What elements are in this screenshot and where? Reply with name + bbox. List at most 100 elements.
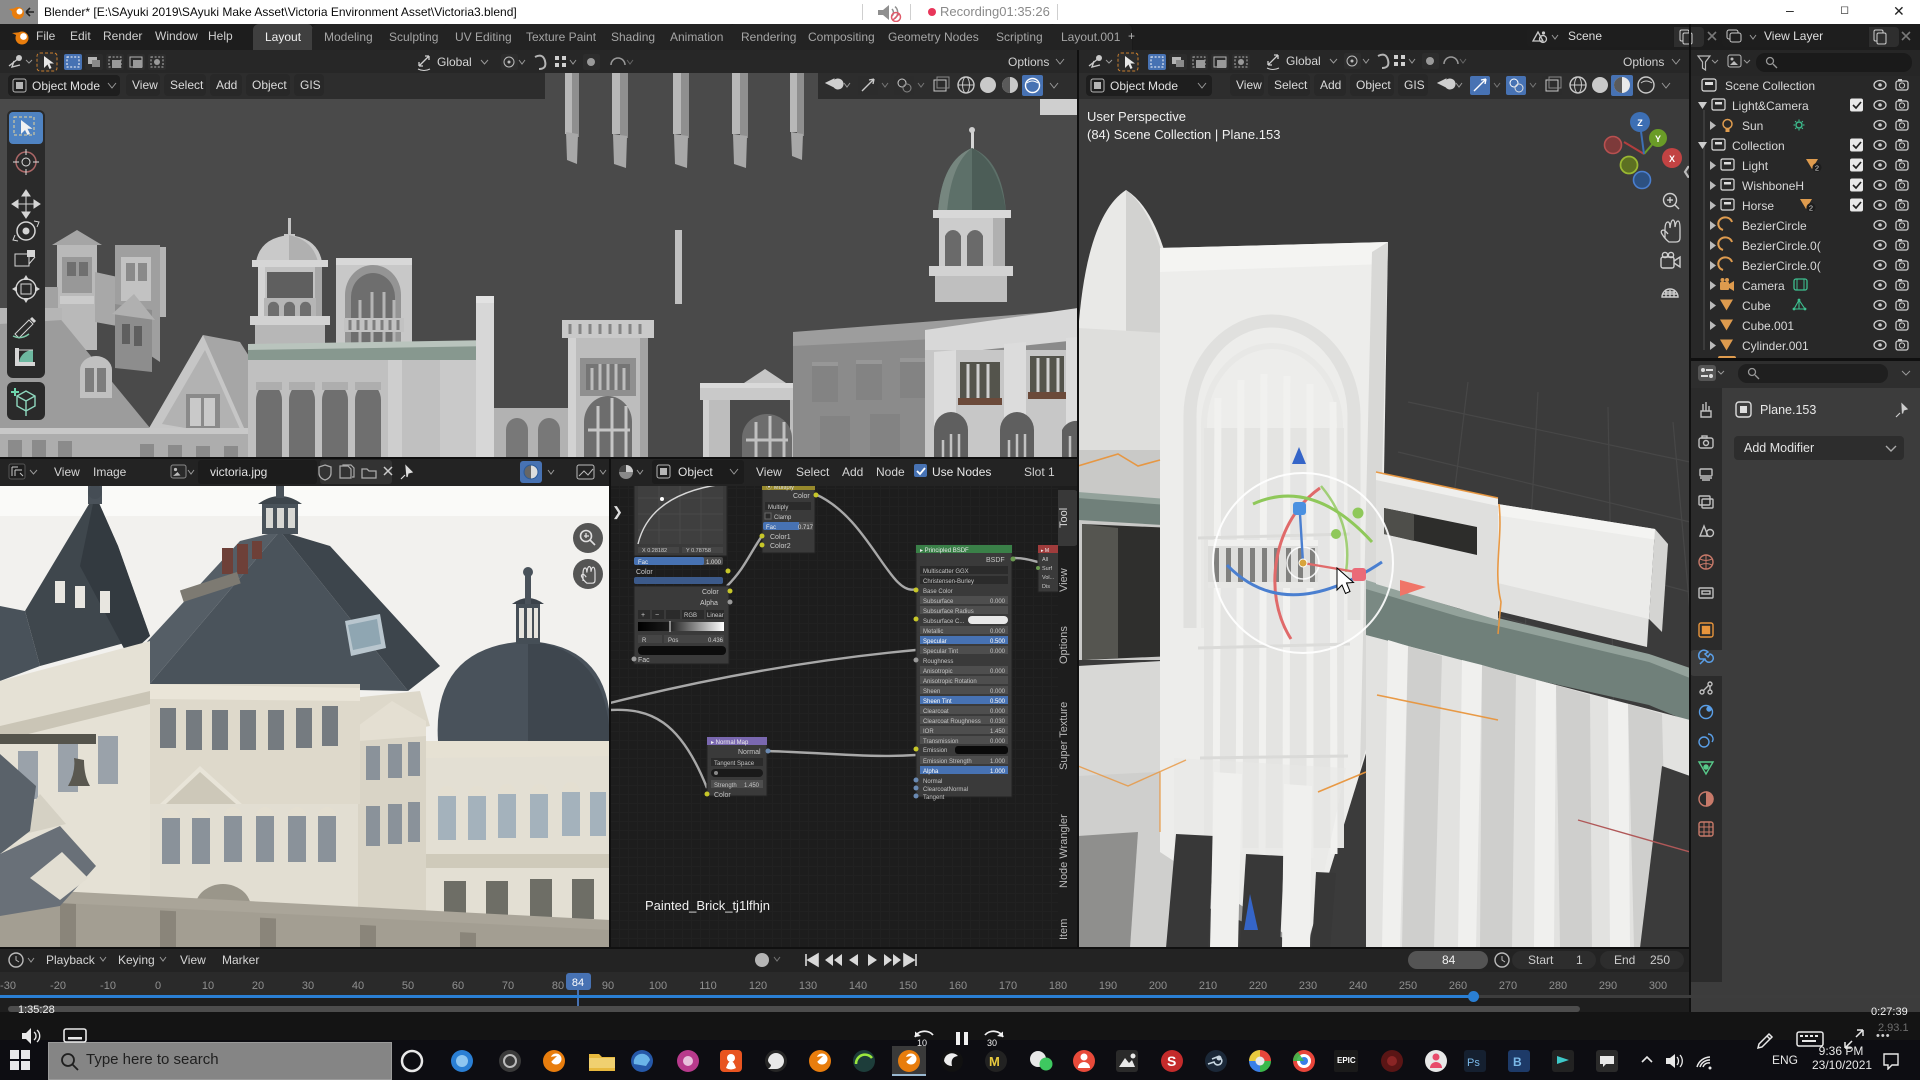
svg-text:0.500: 0.500 (990, 639, 1006, 645)
svg-text:Subsurface Radius: Subsurface Radius (923, 609, 974, 615)
svg-text:All: All (1042, 557, 1048, 563)
svg-text:Marker: Marker (222, 953, 259, 967)
svg-text:Anisotropic: Anisotropic (923, 669, 953, 675)
svg-text:Color2: Color2 (770, 543, 791, 550)
svg-text:S: S (1167, 1053, 1176, 1069)
svg-text:BSDF: BSDF (986, 557, 1005, 564)
svg-text:Ps: Ps (1467, 1057, 1480, 1069)
svg-text:70: 70 (502, 980, 514, 992)
svg-text:EPIC: EPIC (1337, 1056, 1356, 1065)
svg-text:84: 84 (572, 977, 584, 989)
svg-text:280: 280 (1549, 980, 1567, 992)
svg-text:Horse: Horse (1742, 199, 1774, 213)
svg-text:Object Mode: Object Mode (32, 79, 100, 93)
svg-text:250: 250 (1399, 980, 1417, 992)
svg-text:Painted_Brick_tj1lfhjn: Painted_Brick_tj1lfhjn (645, 898, 770, 913)
svg-text:Fac: Fac (638, 657, 650, 664)
svg-text:0.717: 0.717 (798, 525, 814, 531)
svg-text:210: 210 (1199, 980, 1217, 992)
svg-text:1: 1 (1576, 953, 1583, 967)
svg-text:Vol...: Vol... (1042, 575, 1055, 581)
svg-text:Strength: Strength (714, 783, 737, 789)
svg-text:Dis: Dis (1042, 584, 1050, 590)
svg-text:Roughness: Roughness (923, 659, 953, 665)
svg-text:RGB: RGB (684, 613, 697, 619)
svg-text:Keying: Keying (118, 953, 155, 967)
svg-text:▸ M: ▸ M (1041, 548, 1049, 554)
svg-text:Light&Camera: Light&Camera (1732, 99, 1809, 113)
svg-text:ClearcoatNormal: ClearcoatNormal (923, 787, 968, 793)
svg-text:Start: Start (1528, 953, 1554, 967)
svg-text:Cylinder.001: Cylinder.001 (1742, 339, 1809, 353)
svg-text:Global: Global (437, 55, 472, 69)
svg-text:−: − (655, 612, 659, 619)
svg-text:160: 160 (949, 980, 967, 992)
svg-text:220: 220 (1249, 980, 1267, 992)
svg-text:0.500: 0.500 (990, 699, 1006, 705)
svg-text:-20: -20 (50, 980, 66, 992)
svg-text:Pos: Pos (668, 638, 678, 644)
svg-text:Alpha: Alpha (923, 769, 939, 775)
svg-text:Fac: Fac (638, 560, 648, 566)
svg-text:80: 80 (552, 980, 564, 992)
svg-text:Specular Tint: Specular Tint (923, 649, 958, 655)
svg-text:Z: Z (1637, 118, 1643, 128)
svg-text:Alpha: Alpha (700, 600, 718, 607)
svg-text:B: B (1513, 1055, 1522, 1069)
svg-text:120: 120 (749, 980, 767, 992)
svg-text:Emission: Emission (923, 748, 947, 754)
svg-text:30: 30 (302, 980, 314, 992)
svg-text:Sheen Tint: Sheen Tint (923, 699, 952, 705)
svg-text:▸ Normal Map: ▸ Normal Map (711, 740, 749, 746)
svg-text:-30: -30 (0, 980, 16, 992)
svg-text:R: R (642, 638, 647, 644)
svg-text:90: 90 (602, 980, 614, 992)
svg-text:Surf: Surf (1042, 566, 1053, 572)
svg-text:10: 10 (202, 980, 214, 992)
svg-text:Object: Object (678, 465, 713, 479)
svg-text:View: View (180, 953, 206, 967)
svg-text:260: 260 (1449, 980, 1467, 992)
svg-text:X 0.28182: X 0.28182 (642, 548, 667, 554)
svg-text:180: 180 (1049, 980, 1067, 992)
svg-text:Color: Color (714, 792, 731, 799)
svg-text:50: 50 (402, 980, 414, 992)
svg-text:Linear: Linear (707, 613, 724, 619)
svg-text:10: 10 (917, 1038, 927, 1048)
svg-text:0.000: 0.000 (990, 709, 1006, 715)
svg-text:Multiply: Multiply (768, 505, 788, 511)
svg-text:Camera: Camera (1742, 279, 1785, 293)
svg-text:Tangent Space: Tangent Space (714, 761, 755, 767)
svg-text:Clamp: Clamp (774, 515, 792, 521)
svg-text:0.000: 0.000 (990, 669, 1006, 675)
svg-text:1.000: 1.000 (706, 560, 722, 566)
svg-text:84: 84 (1442, 953, 1456, 967)
svg-text:Collection: Collection (1732, 139, 1785, 153)
svg-text:Cube.001: Cube.001 (1742, 319, 1794, 333)
svg-text:Subsurface C...: Subsurface C... (923, 619, 965, 625)
svg-text:0.000: 0.000 (990, 649, 1006, 655)
svg-text:❯: ❯ (612, 504, 623, 520)
svg-text:Transmission: Transmission (923, 739, 958, 745)
svg-text:IOR: IOR (923, 729, 934, 735)
svg-text:BezierCircle: BezierCircle (1742, 219, 1807, 233)
svg-text:140: 140 (849, 980, 867, 992)
svg-text:Sun: Sun (1742, 119, 1763, 133)
svg-text:1.000: 1.000 (990, 759, 1006, 765)
svg-text:Color1: Color1 (770, 534, 791, 541)
svg-text:170: 170 (999, 980, 1017, 992)
svg-text:150: 150 (899, 980, 917, 992)
svg-text:Anisotropic Rotation: Anisotropic Rotation (923, 679, 977, 685)
svg-text:Scene Collection: Scene Collection (1725, 79, 1815, 93)
svg-text:Color: Color (793, 493, 810, 500)
svg-text:0.436: 0.436 (708, 638, 724, 644)
svg-text:Subsurface: Subsurface (923, 599, 954, 605)
svg-text:2: 2 (1815, 164, 1819, 173)
svg-text:User Perspective: User Perspective (1087, 109, 1186, 124)
svg-text:Color: Color (702, 589, 719, 596)
svg-text:300: 300 (1649, 980, 1667, 992)
svg-text:Color: Color (636, 569, 653, 576)
svg-text:Base Color: Base Color (923, 589, 953, 595)
svg-text:Multiscatter GGX: Multiscatter GGX (923, 569, 969, 575)
svg-text:X: X (1669, 154, 1675, 164)
